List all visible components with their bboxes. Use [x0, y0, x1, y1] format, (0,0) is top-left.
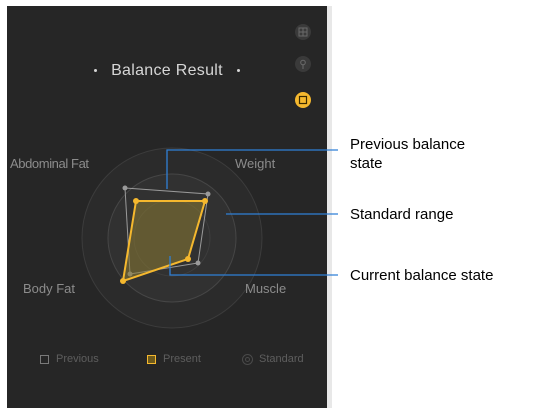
annotation-standard: Standard range [350, 206, 454, 223]
previous-swatch [40, 354, 49, 364]
figure: Balance Result Abdominal Fat Weight Body… [0, 0, 543, 411]
legend-previous[interactable]: Previous [40, 353, 99, 365]
legend-previous-label: Previous [56, 353, 99, 365]
axis-label-weight: Weight [235, 156, 276, 171]
annotation-current: Current balance state [350, 267, 494, 284]
present-point-body-fat [120, 278, 126, 284]
present-point-abdominal-fat [133, 198, 139, 204]
previous-point-muscle [195, 260, 201, 266]
previous-point-weight [205, 191, 211, 197]
standard-ring-icon [242, 353, 253, 365]
previous-point-abdominal-fat [122, 185, 128, 191]
axis-label-abdominal-fat: Abdominal Fat [10, 156, 89, 171]
phone-screen: Balance Result Abdominal Fat Weight Body… [7, 6, 327, 408]
present-swatch [147, 354, 156, 364]
present-point-weight [202, 198, 208, 204]
legend-present[interactable]: Present [147, 353, 201, 365]
balance-radar-chart [81, 147, 263, 329]
annotation-previous: Previous balance state [350, 135, 465, 173]
phone-edge [327, 6, 332, 408]
annotation-previous-line2: state [350, 155, 383, 172]
axis-label-muscle: Muscle [245, 281, 287, 296]
legend-standard[interactable]: Standard [242, 353, 304, 365]
legend-present-label: Present [163, 353, 201, 365]
annotation-previous-line1: Previous balance [350, 136, 466, 153]
legend-standard-label: Standard [259, 353, 304, 365]
axis-label-body-fat: Body Fat [23, 281, 76, 296]
present-point-muscle [185, 256, 191, 262]
